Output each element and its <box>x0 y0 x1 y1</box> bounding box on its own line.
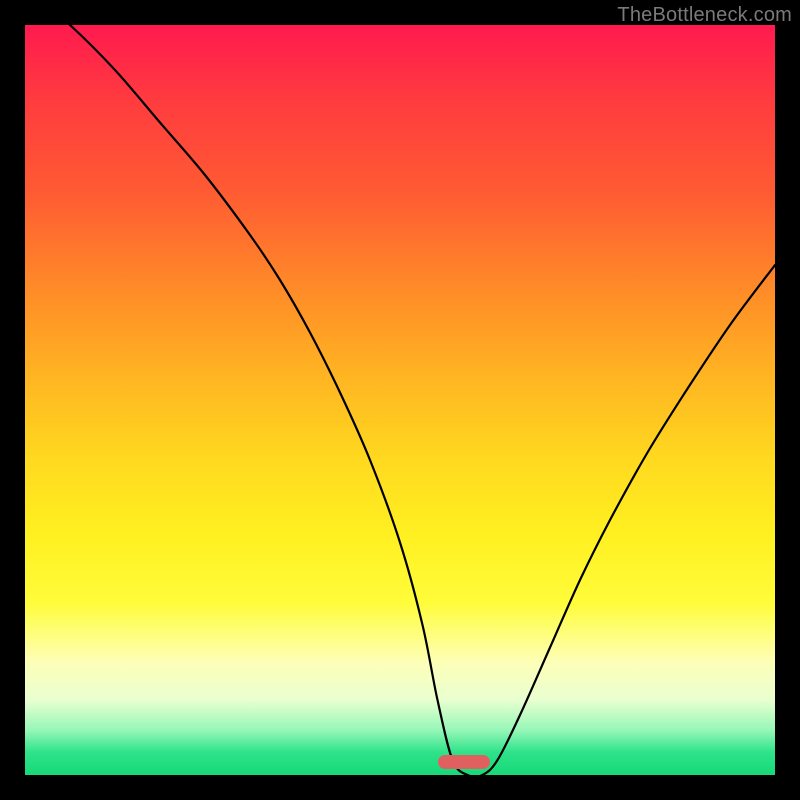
plot-area <box>25 25 775 775</box>
optimal-range-marker <box>438 755 490 769</box>
bottleneck-curve <box>25 25 775 775</box>
chart-frame: TheBottleneck.com <box>0 0 800 800</box>
watermark-text: TheBottleneck.com <box>617 4 792 27</box>
